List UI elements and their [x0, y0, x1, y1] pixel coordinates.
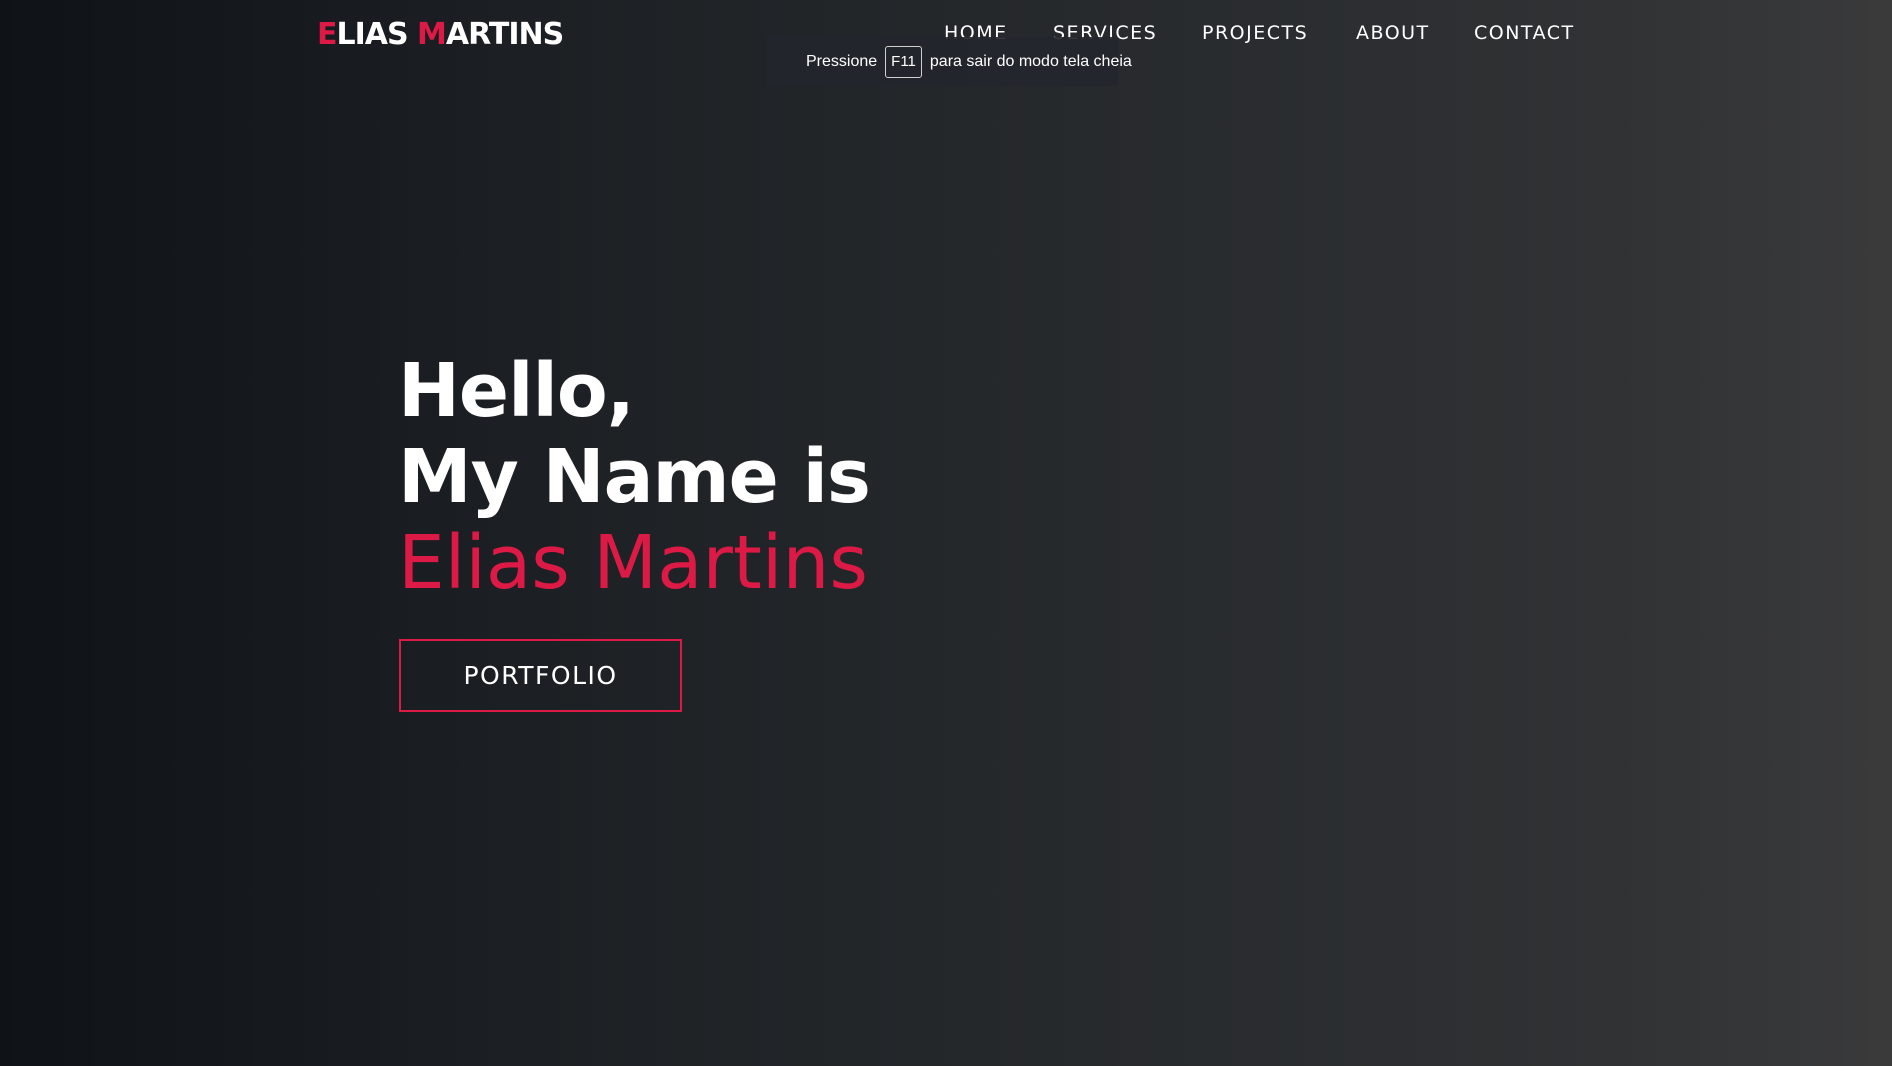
site-logo[interactable]: ELIAS MARTINS [317, 17, 564, 52]
portfolio-button[interactable]: PORTFOLIO [399, 639, 682, 712]
logo-initial-e: E [317, 17, 337, 52]
nav-link-about[interactable]: ABOUT [1356, 22, 1430, 44]
f11-key-badge: F11 [885, 45, 922, 78]
hero-section: Hello, My Name is Elias Martins [398, 348, 871, 606]
fullscreen-hint-suffix: para sair do modo tela cheia [929, 52, 1132, 70]
logo-text-lias: LIAS [336, 17, 418, 52]
nav-link-contact[interactable]: CONTACT [1474, 22, 1575, 44]
hero-name: Elias Martins [398, 520, 868, 606]
fullscreen-hint-prefix: Pressione [806, 52, 878, 70]
fullscreen-exit-hint: Pressione F11 para sair do modo tela che… [766, 37, 1132, 86]
hero-intro: My Name is [398, 434, 871, 520]
nav-link-projects[interactable]: PROJECTS [1202, 22, 1308, 44]
logo-initial-m: M [417, 17, 447, 52]
hero-greeting: Hello, [398, 348, 635, 434]
logo-text-artins: ARTINS [445, 17, 564, 52]
